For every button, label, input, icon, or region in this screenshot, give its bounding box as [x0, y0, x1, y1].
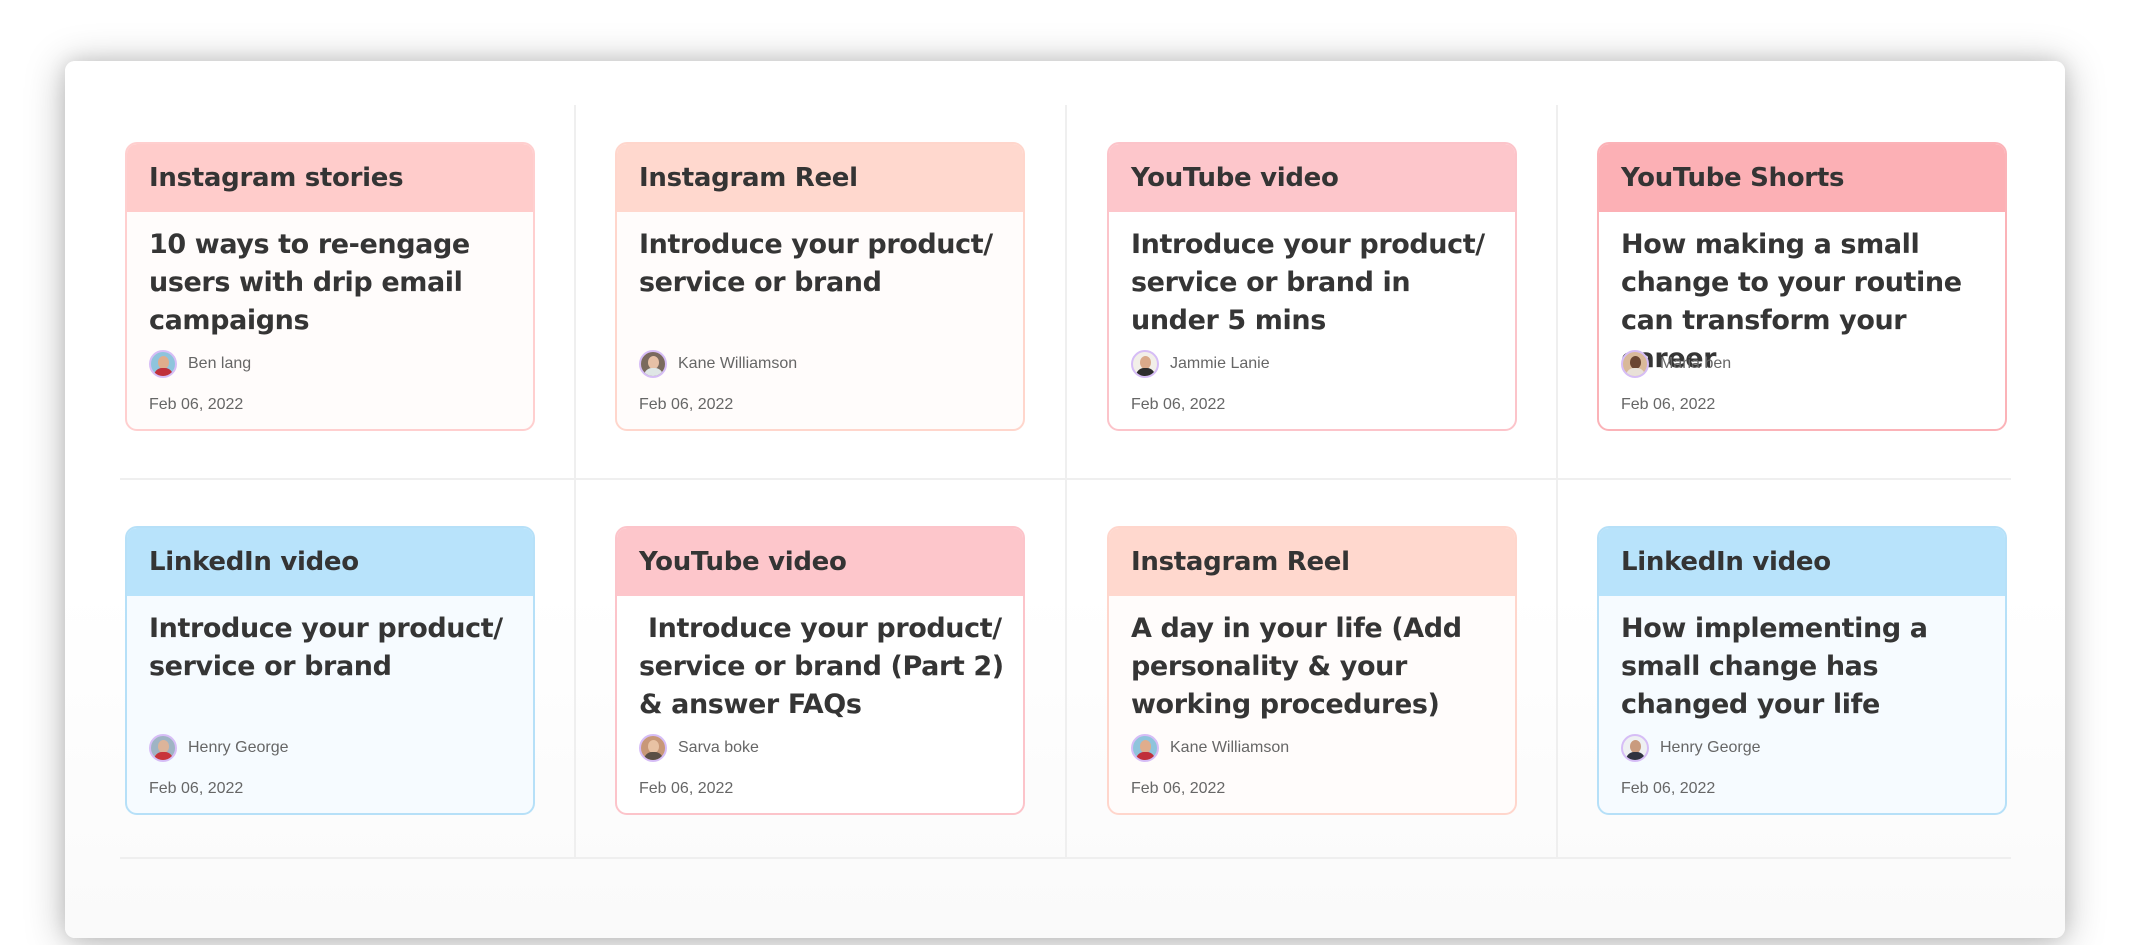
- card-title: A day in your life (Add personality & yo…: [1131, 613, 1471, 720]
- card-body: How making a small change to your routin…: [1599, 212, 2005, 429]
- avatar-icon: [1621, 350, 1649, 378]
- card-category-header: LinkedIn video: [1599, 528, 2005, 596]
- card-body: Introduce your product/ service or brand…: [617, 596, 1023, 813]
- card-title: Introduce your product/ service or brand: [149, 613, 512, 682]
- content-card[interactable]: LinkedIn video How implementing a small …: [1597, 526, 2007, 815]
- card-title: How making a small change to your routin…: [1621, 229, 1971, 374]
- card-author[interactable]: Jammie Lanie: [1131, 350, 1270, 378]
- content-card[interactable]: LinkedIn video Introduce your product/ s…: [125, 526, 535, 815]
- card-body: How implementing a small change has chan…: [1599, 596, 2005, 813]
- card-category-header: Instagram stories: [127, 144, 533, 212]
- card-date: Feb 06, 2022: [1621, 780, 1716, 797]
- avatar-icon: [1131, 734, 1159, 762]
- avatar-icon: [639, 350, 667, 378]
- content-card[interactable]: YouTube video Introduce your product/ se…: [615, 526, 1025, 815]
- content-card[interactable]: YouTube Shorts How making a small change…: [1597, 142, 2007, 431]
- column-divider: [574, 105, 576, 858]
- card-author[interactable]: Henry George: [1621, 734, 1761, 762]
- author-name: Kane Williamson: [1170, 739, 1290, 756]
- card-author[interactable]: Maria ben: [1621, 350, 1731, 378]
- card-author[interactable]: Ben lang: [149, 350, 251, 378]
- card-category: YouTube video: [639, 547, 847, 577]
- avatar-icon: [1131, 350, 1159, 378]
- content-card[interactable]: Instagram stories 10 ways to re-engage u…: [125, 142, 535, 431]
- avatar-icon: [149, 734, 177, 762]
- content-card[interactable]: Instagram Reel A day in your life (Add p…: [1107, 526, 1517, 815]
- author-name: Maria ben: [1660, 355, 1732, 372]
- author-name: Henry George: [188, 739, 289, 756]
- card-category-header: Instagram Reel: [1109, 528, 1515, 596]
- card-author[interactable]: Henry George: [149, 734, 289, 762]
- card-body: Introduce your product/ service or brand…: [127, 596, 533, 813]
- card-title: Introduce your product/ service or brand: [639, 229, 1002, 298]
- card-date: Feb 06, 2022: [1131, 780, 1226, 797]
- card-body: 10 ways to re-engage users with drip ema…: [127, 212, 533, 429]
- card-author[interactable]: Kane Williamson: [1131, 734, 1289, 762]
- card-body: Introduce your product/ service or brand…: [617, 212, 1023, 429]
- card-category-header: Instagram Reel: [617, 144, 1023, 212]
- avatar-icon: [639, 734, 667, 762]
- card-author[interactable]: Sarva boke: [639, 734, 759, 762]
- card-category: Instagram Reel: [639, 163, 858, 193]
- card-category: YouTube Shorts: [1621, 163, 1845, 193]
- card-date: Feb 06, 2022: [1131, 396, 1226, 413]
- column-divider: [1065, 105, 1067, 858]
- row-divider: [120, 857, 2011, 859]
- row-divider: [120, 478, 2011, 480]
- card-category: LinkedIn video: [149, 547, 359, 577]
- card-category: YouTube video: [1131, 163, 1339, 193]
- card-date: Feb 06, 2022: [639, 780, 734, 797]
- content-card[interactable]: Instagram Reel Introduce your product/ s…: [615, 142, 1025, 431]
- author-name: Ben lang: [188, 355, 252, 372]
- content-card[interactable]: YouTube video Introduce your product/ se…: [1107, 142, 1517, 431]
- author-name: Sarva boke: [678, 739, 759, 756]
- card-date: Feb 06, 2022: [639, 396, 734, 413]
- card-title: Introduce your product/ service or brand…: [1131, 229, 1494, 336]
- card-title: Introduce your product/ service or brand…: [639, 613, 1013, 720]
- card-category-header: YouTube Shorts: [1599, 144, 2005, 212]
- author-name: Henry George: [1660, 739, 1761, 756]
- avatar-icon: [1621, 734, 1649, 762]
- card-body: Introduce your product/ service or brand…: [1109, 212, 1515, 429]
- card-category: LinkedIn video: [1621, 547, 1831, 577]
- card-title: How implementing a small change has chan…: [1621, 613, 1937, 720]
- card-title: 10 ways to re-engage users with drip ema…: [149, 229, 479, 336]
- card-date: Feb 06, 2022: [1621, 396, 1716, 413]
- avatar-icon: [149, 350, 177, 378]
- card-date: Feb 06, 2022: [149, 780, 244, 797]
- card-date: Feb 06, 2022: [149, 396, 244, 413]
- card-category-header: LinkedIn video: [127, 528, 533, 596]
- column-divider: [1556, 105, 1558, 858]
- card-category: Instagram Reel: [1131, 547, 1350, 577]
- card-category-header: YouTube video: [1109, 144, 1515, 212]
- card-body: A day in your life (Add personality & yo…: [1109, 596, 1515, 813]
- card-author[interactable]: Kane Williamson: [639, 350, 797, 378]
- card-category-header: YouTube video: [617, 528, 1023, 596]
- author-name: Kane Williamson: [678, 355, 798, 372]
- card-category: Instagram stories: [149, 163, 404, 193]
- author-name: Jammie Lanie: [1170, 355, 1270, 372]
